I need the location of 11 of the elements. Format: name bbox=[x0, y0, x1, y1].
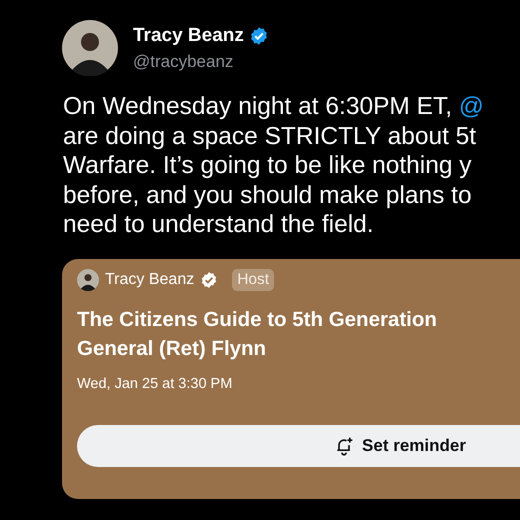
author-handle[interactable]: @tracybeanz bbox=[133, 52, 269, 72]
tweet-text: On Wednesday night at 6:30PM ET, @ are doing a space STRICTLY about 5t Warfare. It’s going to be like nothing y before, and you should make plans to need to understand the field. bbox=[63, 92, 485, 240]
avatar[interactable] bbox=[77, 268, 99, 290]
host-badge: Host bbox=[232, 268, 274, 290]
author-name[interactable]: Tracy Beanz bbox=[133, 24, 244, 46]
host-name[interactable]: Tracy Beanz bbox=[105, 270, 194, 288]
avatar[interactable] bbox=[62, 20, 118, 76]
space-title: The Citizens Guide to 5th Generation General (Ret) Flynn bbox=[77, 306, 438, 362]
mention-link[interactable]: @ bbox=[458, 93, 484, 120]
set-reminder-button[interactable]: Set reminder bbox=[77, 424, 520, 466]
space-date: Wed, Jan 25 at 3:30 PM bbox=[77, 376, 234, 392]
